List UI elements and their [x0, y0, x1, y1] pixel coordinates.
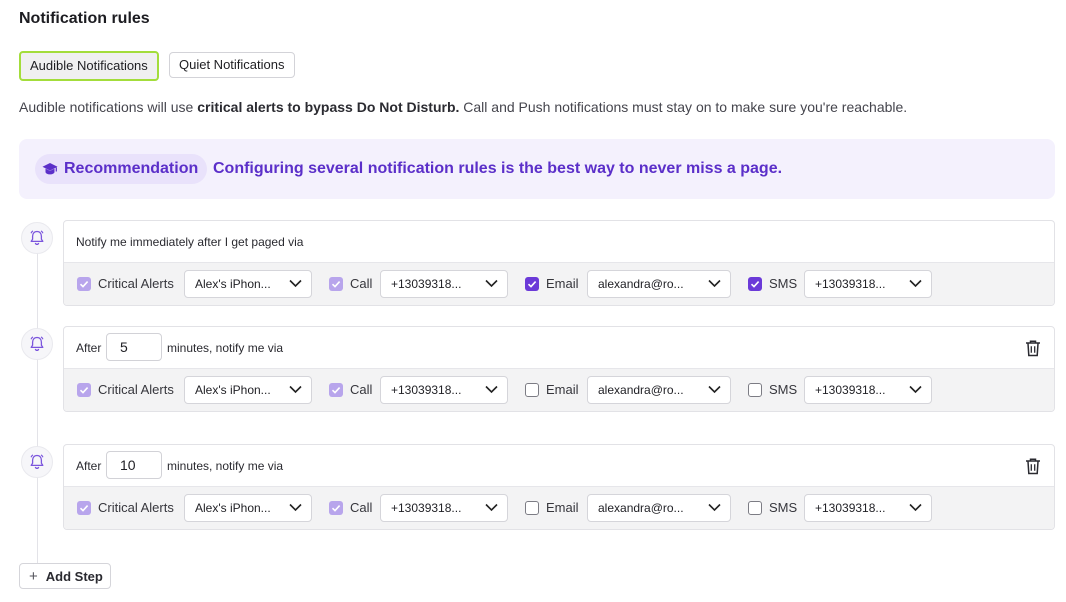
sms-label: SMS — [769, 500, 798, 515]
call-checkbox[interactable] — [329, 383, 343, 397]
chevron-down-icon — [289, 279, 302, 288]
critical-alerts-device-select[interactable]: Alex's iPhon... — [184, 270, 312, 298]
add-step-label: Add Step — [45, 568, 103, 584]
chevron-down-icon — [708, 503, 721, 512]
chevron-down-icon — [289, 503, 302, 512]
step-channels: Critical Alerts Alex's iPhon... Call +13… — [64, 486, 1054, 529]
call-number-select[interactable]: +13039318... — [380, 494, 508, 522]
step-header: After 5 minutes, notify me via — [64, 327, 1054, 368]
notification-step-3: After 10 minutes, notify me via Critical… — [63, 444, 1055, 530]
plus-icon: + — [29, 567, 38, 585]
trash-icon[interactable] — [1025, 339, 1041, 357]
email-address-select[interactable]: alexandra@ro... — [587, 376, 731, 404]
bell-icon — [21, 222, 53, 254]
recommendation-badge: Recommendation — [35, 154, 208, 184]
sms-label: SMS — [769, 382, 798, 397]
email-checkbox[interactable] — [525, 277, 539, 291]
chevron-down-icon — [909, 279, 922, 288]
tab-quiet-notifications[interactable]: Quiet Notifications — [169, 52, 295, 78]
email-address-select[interactable]: alexandra@ro... — [587, 270, 731, 298]
after-label: After — [76, 341, 102, 355]
email-checkbox[interactable] — [525, 501, 539, 515]
call-number-select[interactable]: +13039318... — [380, 376, 508, 404]
add-step-button[interactable]: + Add Step — [19, 563, 111, 589]
chevron-down-icon — [909, 385, 922, 394]
step-header: After 10 minutes, notify me via — [64, 445, 1054, 486]
sms-number-select[interactable]: +13039318... — [804, 376, 932, 404]
critical-alerts-device-select[interactable]: Alex's iPhon... — [184, 494, 312, 522]
critical-alerts-label: Critical Alerts — [98, 276, 174, 291]
sms-checkbox[interactable] — [748, 501, 762, 515]
call-checkbox[interactable] — [329, 501, 343, 515]
recommendation-banner: Recommendation Configuring several notif… — [19, 139, 1055, 199]
sms-number-select[interactable]: +13039318... — [804, 494, 932, 522]
sms-label: SMS — [769, 276, 798, 291]
graduation-cap-icon — [42, 163, 58, 175]
critical-alerts-device-select[interactable]: Alex's iPhon... — [184, 376, 312, 404]
page-title: Notification rules — [19, 10, 150, 27]
after-label: After — [76, 459, 102, 473]
chevron-down-icon — [289, 385, 302, 394]
step-channels: Critical Alerts Alex's iPhon... Call +13… — [64, 262, 1054, 305]
critical-alerts-checkbox[interactable] — [77, 277, 91, 291]
critical-alerts-label: Critical Alerts — [98, 382, 174, 397]
delay-minutes-input[interactable]: 5 — [106, 333, 162, 361]
bell-icon — [21, 446, 53, 478]
call-label: Call — [350, 382, 373, 397]
notification-step-2: After 5 minutes, notify me via Critical … — [63, 326, 1055, 412]
chevron-down-icon — [485, 279, 498, 288]
chevron-down-icon — [485, 385, 498, 394]
chevron-down-icon — [909, 503, 922, 512]
email-label: Email — [546, 276, 579, 291]
critical-alerts-checkbox[interactable] — [77, 383, 91, 397]
step-channels: Critical Alerts Alex's iPhon... Call +13… — [64, 368, 1054, 411]
minutes-label: minutes, notify me via — [167, 341, 284, 355]
critical-alerts-label: Critical Alerts — [98, 500, 174, 515]
trash-icon[interactable] — [1025, 457, 1041, 475]
email-label: Email — [546, 382, 579, 397]
email-address-select[interactable]: alexandra@ro... — [587, 494, 731, 522]
step-description: Notify me immediately after I get paged … — [76, 235, 304, 249]
recommendation-label: Recommendation — [64, 160, 199, 177]
call-number-select[interactable]: +13039318... — [380, 270, 508, 298]
call-checkbox[interactable] — [329, 277, 343, 291]
sms-checkbox[interactable] — [748, 277, 762, 291]
recommendation-text: Configuring several notification rules i… — [213, 160, 783, 177]
call-label: Call — [350, 500, 373, 515]
chevron-down-icon — [485, 503, 498, 512]
critical-alerts-checkbox[interactable] — [77, 501, 91, 515]
email-checkbox[interactable] — [525, 383, 539, 397]
description-text: Audible notifications will use critical … — [19, 99, 908, 115]
sms-number-select[interactable]: +13039318... — [804, 270, 932, 298]
timeline-line — [37, 248, 38, 566]
notification-step-1: Notify me immediately after I get paged … — [63, 220, 1055, 306]
bell-icon — [21, 328, 53, 360]
sms-checkbox[interactable] — [748, 383, 762, 397]
chevron-down-icon — [708, 279, 721, 288]
tab-audible-notifications[interactable]: Audible Notifications — [19, 51, 159, 81]
call-label: Call — [350, 276, 373, 291]
minutes-label: minutes, notify me via — [167, 459, 284, 473]
delay-minutes-input[interactable]: 10 — [106, 451, 162, 479]
email-label: Email — [546, 500, 579, 515]
chevron-down-icon — [708, 385, 721, 394]
step-header: Notify me immediately after I get paged … — [64, 221, 1054, 262]
